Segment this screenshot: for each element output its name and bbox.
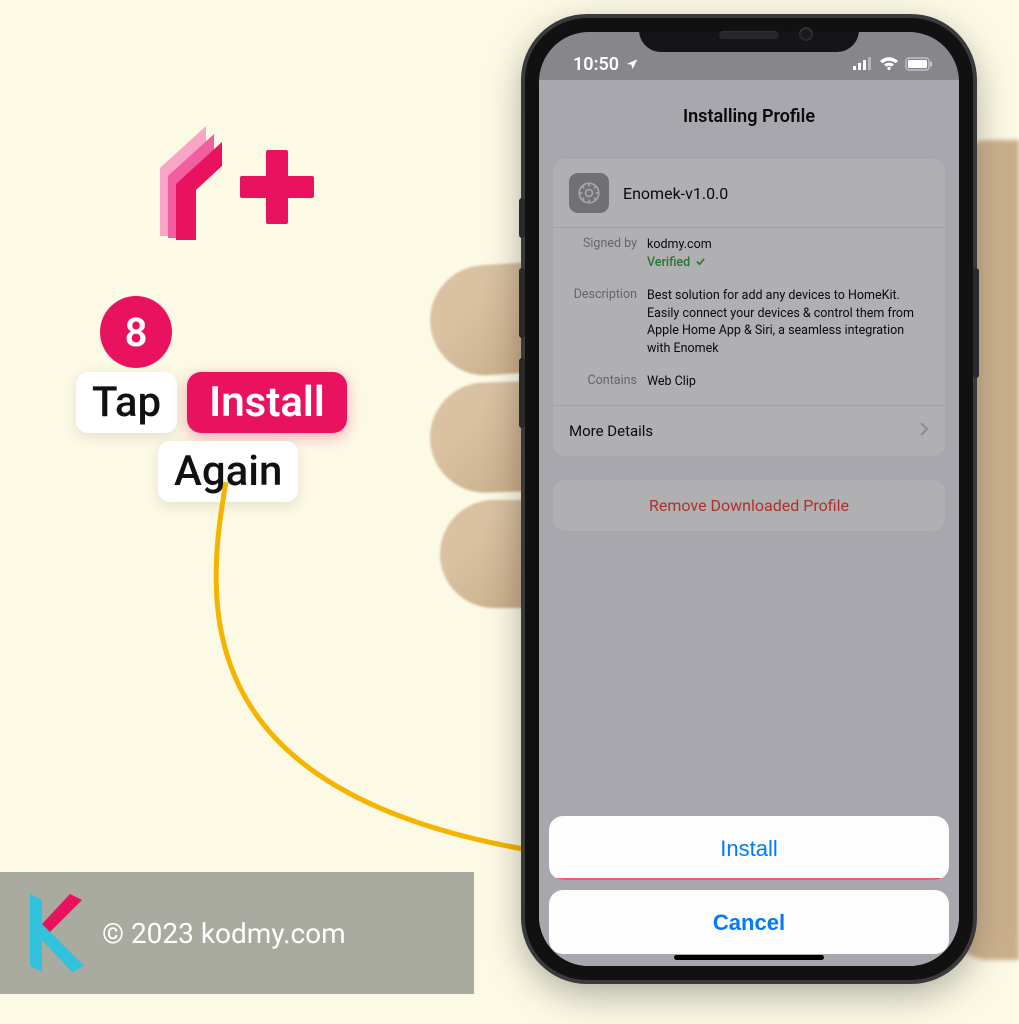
app-logo [140, 108, 330, 262]
cancel-button[interactable]: Cancel [549, 890, 949, 954]
remove-profile-button[interactable]: Remove Downloaded Profile [553, 480, 945, 531]
phone-side-button [519, 358, 525, 428]
phone-side-button [519, 198, 525, 238]
home-indicator[interactable] [674, 955, 824, 960]
phone-screen: 10:50 [539, 32, 959, 966]
chevron-right-icon [919, 422, 929, 440]
cellular-signal-icon [853, 57, 873, 71]
action-sheet-group: Install [549, 816, 949, 880]
instruction-text: Tap Install Again [76, 372, 347, 502]
contains-value: Web Clip [647, 373, 929, 391]
profile-name: Enomek-v1.0.0 [623, 184, 728, 203]
battery-icon [905, 57, 933, 71]
phone-side-button [519, 268, 525, 338]
instruction-word-install: Install [187, 372, 347, 433]
remove-profile-card: Remove Downloaded Profile [553, 480, 945, 531]
instruction-word-tap: Tap [76, 372, 177, 433]
footer-copyright: © 2023 kodmy.com [102, 917, 346, 950]
status-bar: 10:50 [539, 32, 959, 82]
install-button[interactable]: Install [549, 816, 949, 880]
footer-banner: © 2023 kodmy.com [0, 872, 474, 994]
check-icon [695, 256, 706, 267]
wifi-icon [879, 57, 899, 71]
contains-label: Contains [569, 373, 647, 391]
verified-badge: Verified [647, 254, 929, 272]
signed-by-value: kodmy.com [647, 236, 929, 254]
status-time: 10:50 [573, 54, 619, 75]
phone-side-button [973, 268, 979, 378]
action-sheet-group: Cancel [549, 890, 949, 954]
step-number: 8 [125, 309, 148, 356]
profile-gear-icon [569, 173, 609, 213]
page-title: Installing Profile [539, 80, 959, 151]
more-details-row[interactable]: More Details [553, 405, 945, 456]
profile-card: Enomek-v1.0.0 Signed by kodmy.com Verifi… [553, 159, 945, 456]
action-sheet: Install Cancel [549, 816, 949, 954]
phone-frame: 10:50 [525, 18, 973, 980]
location-services-icon [625, 57, 639, 71]
kodmy-logo-icon [24, 894, 84, 972]
verified-label: Verified [647, 255, 690, 270]
signed-by-label: Signed by [569, 236, 647, 271]
step-number-badge: 8 [100, 296, 172, 368]
description-value: Best solution for add any devices to Hom… [647, 287, 929, 357]
more-details-label: More Details [569, 422, 653, 440]
profile-header-row: Enomek-v1.0.0 [553, 159, 945, 228]
instruction-word-again: Again [158, 441, 298, 502]
description-label: Description [569, 287, 647, 357]
